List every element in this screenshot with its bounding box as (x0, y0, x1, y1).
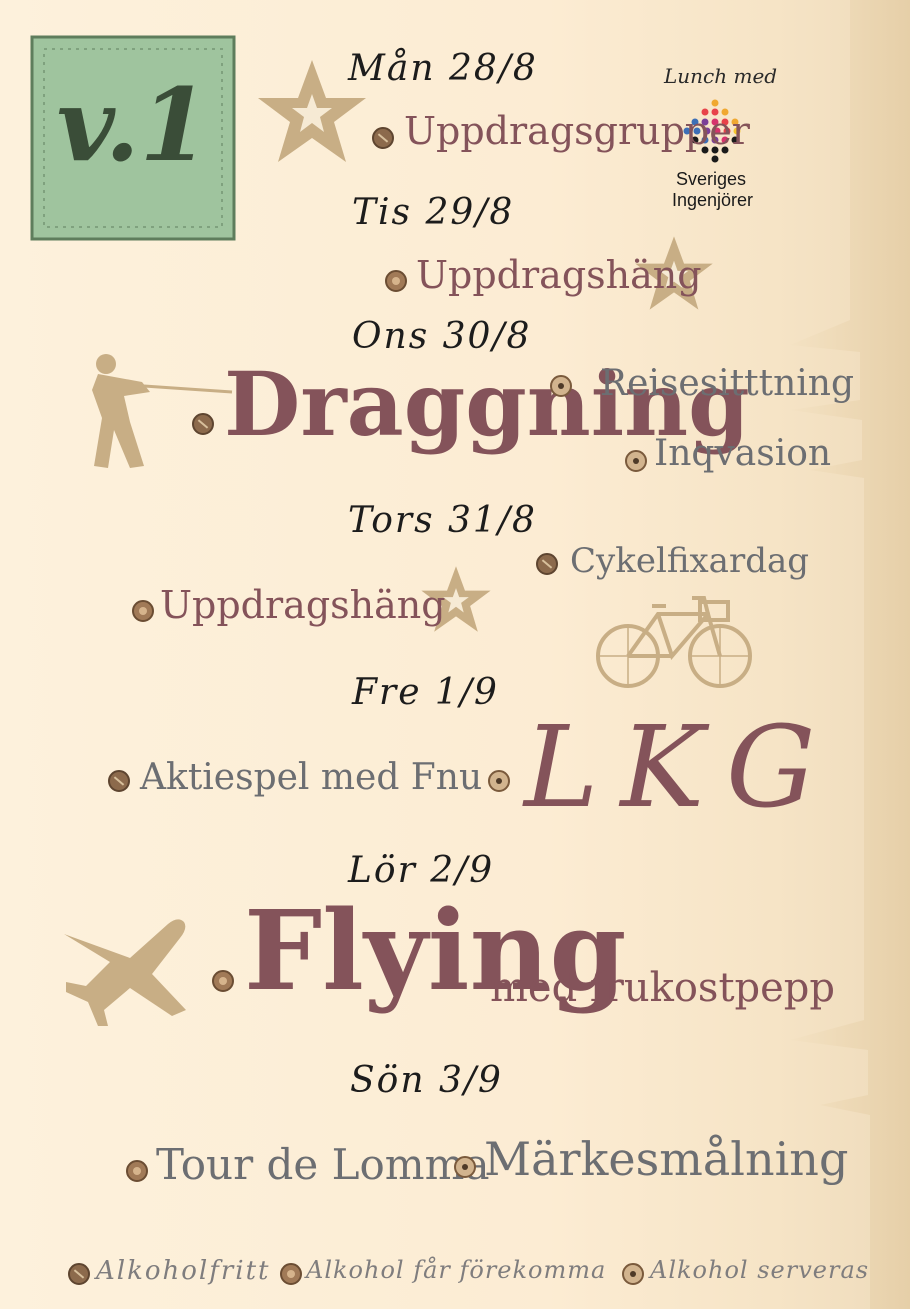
lunch-org-line1: Sveriges (676, 169, 747, 189)
alcohol-free-bullet (108, 770, 130, 792)
alcohol-free-bullet (192, 413, 214, 435)
alcohol-may-bullet (212, 970, 234, 992)
event-name: Uppdragsgrupper (404, 109, 750, 153)
day-label: Tis 29/8 (352, 192, 515, 233)
lunch-org-line2: Ingenjörer (672, 190, 754, 210)
event-name: Inqvasion (654, 433, 832, 474)
event-name-featured: LKG (524, 703, 838, 833)
event-name: Uppdragshäng (416, 253, 702, 297)
day-label: Ons 30/8 (352, 316, 532, 357)
day-label: Tors 31/8 (348, 500, 537, 541)
event-name: Märkesmålning (484, 1132, 849, 1186)
alcohol-free-bullet (68, 1263, 90, 1285)
event-name: Aktiespel med Fnu (140, 757, 483, 798)
torn-page-edge (790, 0, 910, 1309)
day-label: Fre 1/9 (352, 672, 499, 713)
legend-serve: Alkohol serveras (650, 1256, 870, 1284)
day-label: Mån 28/8 (348, 48, 538, 89)
legend-may: Alkohol får förekomma (306, 1256, 607, 1284)
event-name: Tour de Lomma (156, 1140, 490, 1189)
alcohol-free-bullet (536, 553, 558, 575)
day-label: Lör 2/9 (348, 850, 495, 891)
bicycle-icon (596, 596, 752, 688)
event-name: Cykelfixardag (570, 541, 809, 581)
lunch-heading: Lunch med (664, 64, 778, 88)
alcohol-serve-bullet (622, 1263, 644, 1285)
alcohol-serve-bullet (488, 770, 510, 792)
alcohol-serve-bullet (625, 450, 647, 472)
event-suffix: med frukostpepp (490, 965, 836, 1011)
badge-text: v.1 (56, 66, 210, 184)
airplane-icon (64, 919, 186, 1026)
alcohol-serve-bullet (550, 375, 572, 397)
alcohol-may-bullet (132, 600, 154, 622)
day-label: Sön 3/9 (350, 1060, 503, 1101)
week-badge: v.1 (30, 35, 236, 241)
alcohol-may-bullet (385, 270, 407, 292)
legend-free: Alkoholfritt (96, 1256, 271, 1286)
alcohol-serve-bullet (454, 1156, 476, 1178)
alcohol-may-bullet (126, 1160, 148, 1182)
alcohol-free-bullet (372, 127, 394, 149)
event-name: Uppdragshäng (160, 583, 446, 627)
event-name: Reisesitttning (600, 363, 855, 404)
tug-of-war-person-icon (92, 354, 233, 468)
alcohol-may-bullet (280, 1263, 302, 1285)
